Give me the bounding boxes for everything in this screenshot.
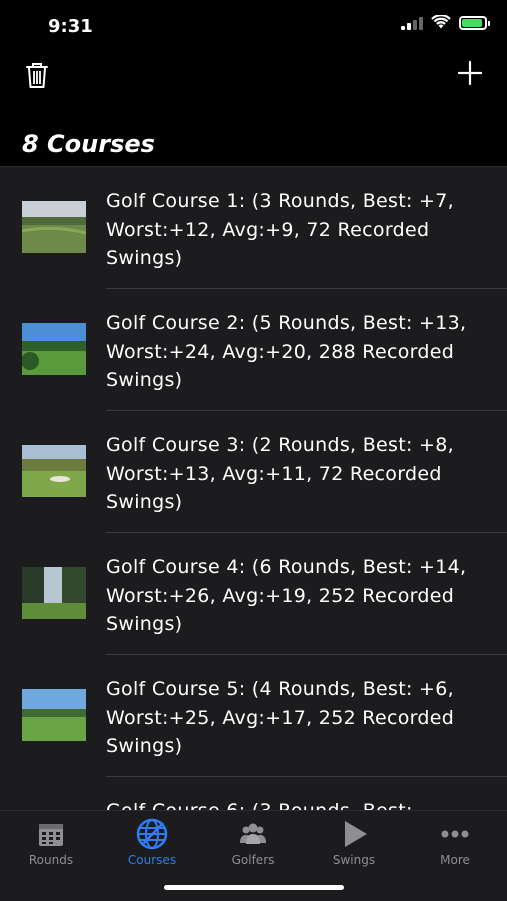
toolbar — [0, 50, 507, 100]
battery-icon — [459, 15, 490, 30]
course-list[interactable]: Golf Course 1: (3 Rounds, Best: +7, Wors… — [0, 166, 507, 811]
people-icon — [240, 823, 266, 844]
course-label: Golf Course 1: (3 Rounds, Best: +7, Wors… — [106, 190, 454, 269]
add-icon[interactable] — [455, 58, 485, 88]
course-row[interactable]: Golf Course 1: (3 Rounds, Best: +7, Wors… — [0, 167, 507, 289]
tab-label: More — [440, 853, 470, 867]
status-icons — [401, 15, 490, 30]
tab-label: Courses — [127, 853, 177, 867]
tab-more[interactable]: More — [415, 817, 495, 867]
calendar-icon — [39, 824, 63, 846]
course-row[interactable]: Golf Course 4: (6 Rounds, Best: +14, Wor… — [0, 533, 507, 655]
course-label: Golf Course 4: (6 Rounds, Best: +14, Wor… — [106, 556, 467, 635]
course-label: Golf Course 2: (5 Rounds, Best: +13, Wor… — [106, 312, 467, 391]
home-indicator[interactable] — [164, 885, 344, 890]
tab-label: Swings — [332, 853, 376, 867]
tab-label: Rounds — [28, 853, 74, 867]
play-icon — [345, 821, 367, 847]
course-thumbnail — [22, 201, 86, 253]
course-row[interactable]: Golf Course 5: (4 Rounds, Best: +6, Wors… — [0, 655, 507, 777]
status-time: 9:31 — [48, 16, 93, 37]
course-thumbnail — [22, 323, 86, 375]
course-thumbnail — [22, 567, 86, 619]
course-label: Golf Course 3: (2 Rounds, Best: +8, Wors… — [106, 434, 454, 513]
wifi-icon — [431, 15, 451, 29]
course-label: Golf Course 6: (3 Rounds, Best: — [106, 800, 413, 811]
globe-icon — [136, 818, 168, 850]
tab-label: Golfers — [231, 853, 275, 867]
course-label: Golf Course 5: (4 Rounds, Best: +6, Wors… — [106, 678, 455, 757]
course-row[interactable]: Golf Course 6: (3 Rounds, Best: — [0, 777, 507, 811]
page-title: 8 Courses — [22, 130, 155, 158]
tab-rounds[interactable]: Rounds — [11, 817, 91, 867]
signal-icon — [401, 16, 423, 30]
tab-golfers[interactable]: Golfers — [213, 817, 293, 867]
course-thumbnail — [22, 689, 86, 741]
more-icon — [441, 830, 469, 838]
tab-courses[interactable]: Courses — [112, 817, 192, 867]
course-row[interactable]: Golf Course 3: (2 Rounds, Best: +8, Wors… — [0, 411, 507, 533]
status-bar: 9:31 — [0, 0, 507, 50]
trash-icon[interactable] — [22, 60, 52, 90]
course-thumbnail — [22, 445, 86, 497]
tab-swings[interactable]: Swings — [314, 817, 394, 867]
course-row[interactable]: Golf Course 2: (5 Rounds, Best: +13, Wor… — [0, 289, 507, 411]
